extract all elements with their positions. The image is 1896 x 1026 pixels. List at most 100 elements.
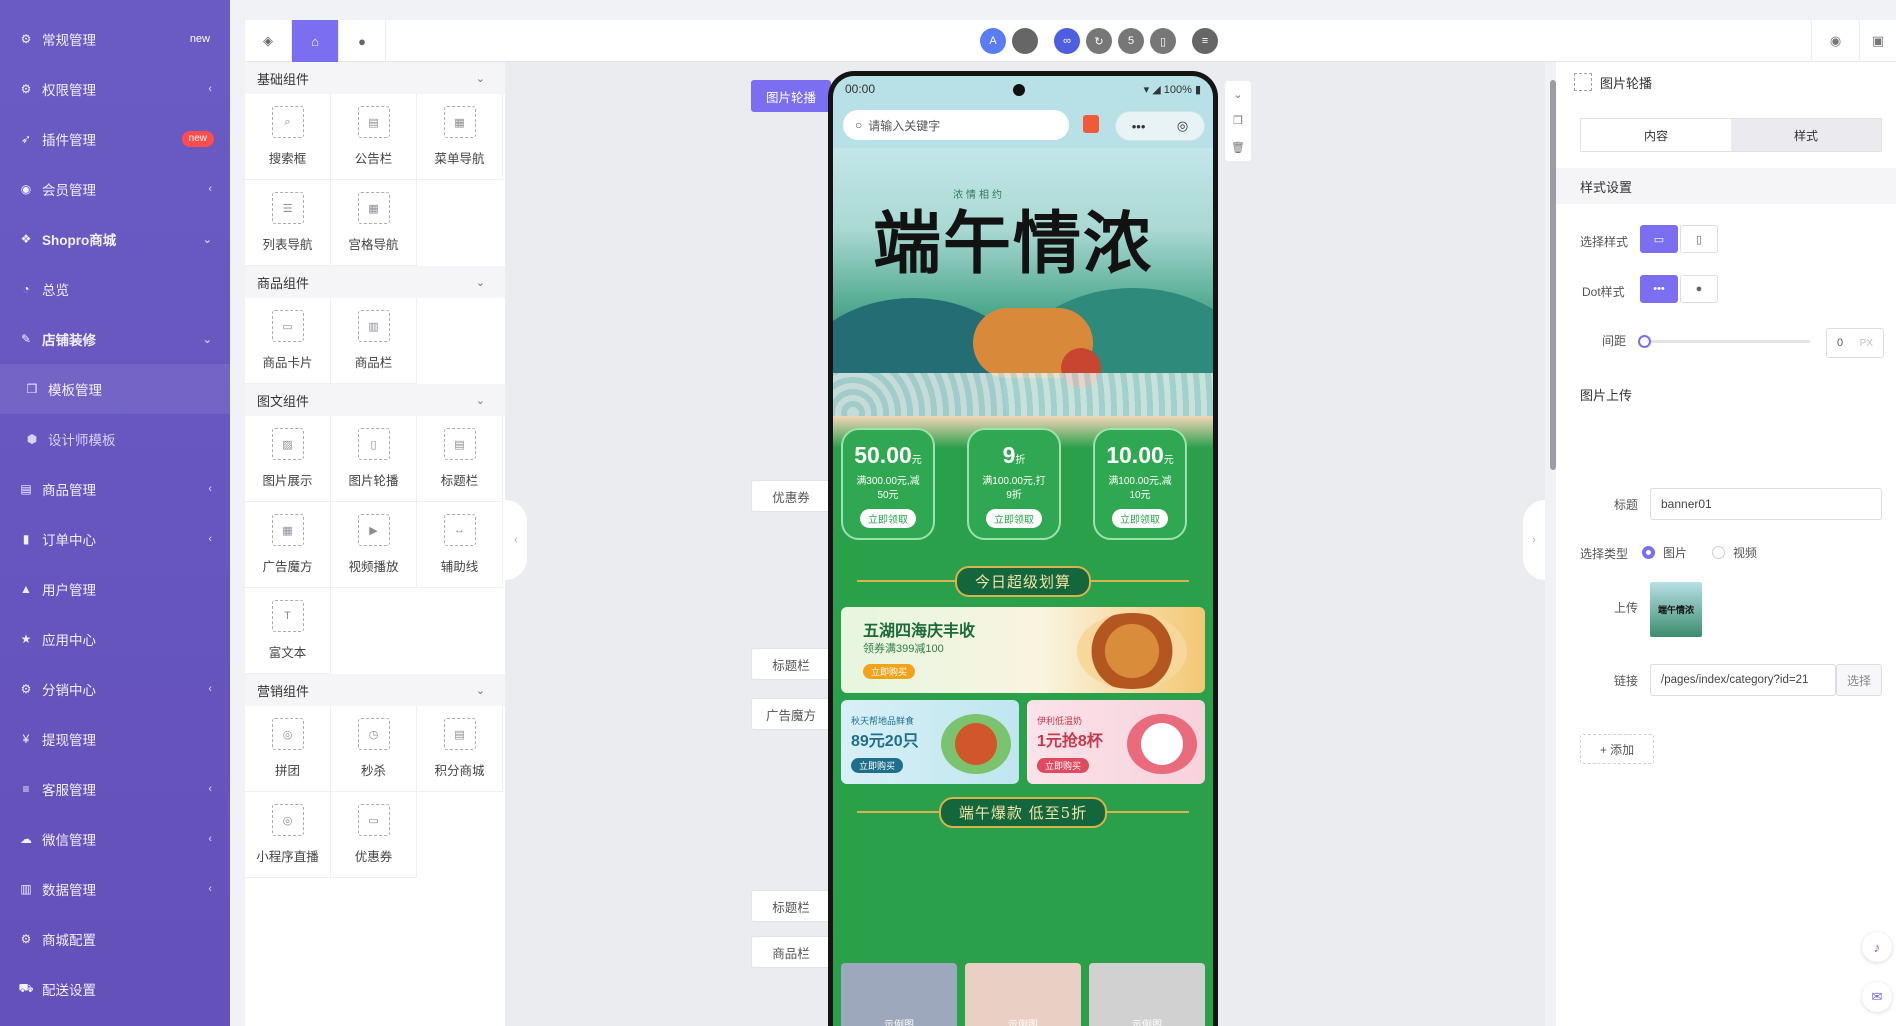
h5-platform-icon[interactable]: 5 <box>1118 28 1144 54</box>
collapse-left-handle[interactable]: ‹ <box>505 500 527 580</box>
tab-style[interactable]: 样式 <box>1731 119 1881 151</box>
component-item[interactable]: ◎ 拼团 <box>245 706 331 792</box>
sidebar-item-10[interactable]: ▮ 订单中心 ‹ <box>0 514 230 564</box>
chevron-down-icon[interactable]: ⌄ <box>1233 88 1242 101</box>
goods-card[interactable]: 示例图 <box>841 963 957 1026</box>
sidebar-item-19[interactable]: ⛟ 配送设置 <box>0 964 230 1014</box>
apple-platform-icon[interactable] <box>1012 28 1038 54</box>
coupon-card[interactable]: 10.00元 满100.00元,减 10元 立即领取 <box>1093 428 1187 540</box>
ad-banner-small-1[interactable]: 秋天帮地品鲜食 89元20只 立即购买 <box>841 700 1019 784</box>
canvas-tag-coupon[interactable]: 优惠券 <box>751 480 831 512</box>
tab-content[interactable]: 内容 <box>1581 119 1731 151</box>
component-item[interactable]: T 富文本 <box>245 588 331 674</box>
banner-carousel[interactable]: 浓情相约 端午情浓 <box>833 148 1213 416</box>
spacing-slider-track[interactable] <box>1640 340 1810 343</box>
type-image-radio[interactable]: 图片 <box>1642 544 1687 561</box>
android-platform-icon[interactable]: A <box>980 28 1006 54</box>
sidebar-item-8[interactable]: ⬢ 设计师模板 <box>0 414 230 464</box>
ad-banner-small-2[interactable]: 伊利低温奶 1元抢8杯 立即购买 <box>1027 700 1205 784</box>
component-item[interactable]: ▯ 图片轮播 <box>331 416 417 502</box>
canvas-tag-carousel[interactable]: 图片轮播 <box>751 80 831 112</box>
component-item[interactable]: ▦ 菜单导航 <box>417 94 503 180</box>
component-item[interactable]: ▦ 宫格导航 <box>331 180 417 266</box>
component-item[interactable]: ▥ 商品栏 <box>331 298 417 384</box>
component-item[interactable]: ▶ 视频播放 <box>331 502 417 588</box>
sidebar-item-13[interactable]: ⚙ 分销中心 ‹ <box>0 664 230 714</box>
coupon-card[interactable]: 50.00元 满300.00元,减 50元 立即领取 <box>841 428 935 540</box>
copy-icon[interactable]: ❐ <box>1233 114 1243 127</box>
sidebar-item-1[interactable]: ⚙ 权限管理 ‹ <box>0 64 230 114</box>
component-item[interactable]: ◷ 秒杀 <box>331 706 417 792</box>
component-item[interactable]: ↔ 辅助线 <box>417 502 503 588</box>
style-option-card[interactable]: ▯ <box>1680 225 1718 253</box>
component-item[interactable]: ▭ 优惠券 <box>331 792 417 878</box>
goods-card[interactable]: 示例图 <box>965 963 1081 1026</box>
canvas-tag-ad-cube[interactable]: 广告魔方 <box>751 698 831 730</box>
uploaded-image-thumbnail[interactable]: 端午情浓 <box>1650 582 1702 637</box>
component-category-header[interactable]: 图文组件 ⌄ <box>245 384 505 416</box>
preview-button[interactable]: ◉ <box>1811 20 1859 62</box>
component-item[interactable]: ▭ 商品卡片 <box>245 298 331 384</box>
sidebar-item-14[interactable]: ¥ 提现管理 <box>0 714 230 764</box>
spacing-slider-knob[interactable] <box>1638 335 1651 348</box>
type-video-radio[interactable]: 视频 <box>1712 544 1757 561</box>
dot-option-dots[interactable]: ••• <box>1640 275 1678 303</box>
notification-bell-icon[interactable]: ♪ <box>1862 932 1892 962</box>
sidebar-item-12[interactable]: ★ 应用中心 <box>0 614 230 664</box>
component-item[interactable]: ▤ 标题栏 <box>417 416 503 502</box>
component-item[interactable]: ⌕ 搜索框 <box>245 94 331 180</box>
component-item[interactable]: ◎ 小程序直播 <box>245 792 331 878</box>
claim-coupon-button[interactable]: 立即领取 <box>1112 509 1168 528</box>
sidebar-item-11[interactable]: ▲ 用户管理 <box>0 564 230 614</box>
component-item[interactable]: ▤ 公告栏 <box>331 94 417 180</box>
canvas-tag-title-2[interactable]: 标题栏 <box>751 890 831 922</box>
component-item[interactable]: ▨ 图片展示 <box>245 416 331 502</box>
component-item[interactable]: ☰ 列表导航 <box>245 180 331 266</box>
miniprogram-capsule[interactable]: ••• ◎ <box>1115 111 1205 141</box>
component-item[interactable]: ▤ 积分商城 <box>417 706 503 792</box>
app-platform-icon[interactable]: ▯ <box>1150 28 1176 54</box>
dot-option-number[interactable]: ● <box>1680 275 1718 303</box>
chat-icon[interactable]: ✉ <box>1862 982 1892 1012</box>
sidebar-item-9[interactable]: ▤ 商品管理 ‹ <box>0 464 230 514</box>
claim-coupon-button[interactable]: 立即领取 <box>986 509 1042 528</box>
spin-platform-icon[interactable]: ↻ <box>1086 28 1112 54</box>
sidebar-item-17[interactable]: ▥ 数据管理 ‹ <box>0 864 230 914</box>
menu-platform-icon[interactable]: ≡ <box>1192 28 1218 54</box>
sidebar-item-4[interactable]: ❖ Shopro商城 ⌄ <box>0 214 230 264</box>
miniprogram-platform-icon[interactable]: ∞ <box>1054 28 1080 54</box>
component-category-header[interactable]: 基础组件 ⌄ <box>245 62 505 94</box>
sidebar-item-6[interactable]: ✎ 店铺装修 ⌄ <box>0 314 230 364</box>
link-select-button[interactable]: 选择 <box>1836 664 1882 696</box>
style-option-full[interactable]: ▭ <box>1640 225 1678 253</box>
ad-banner-large[interactable]: 五湖四海庆丰收 领券满399减100 立即购买 <box>841 607 1205 693</box>
sidebar-item-3[interactable]: ◉ 会员管理 ‹ <box>0 164 230 214</box>
search-input[interactable]: ○ 请输入关键字 <box>843 110 1069 140</box>
sidebar-item-2[interactable]: ➶ 插件管理 new <box>0 114 230 164</box>
sidebar-item-16[interactable]: ☁ 微信管理 ‹ <box>0 814 230 864</box>
tab-user[interactable]: ● <box>339 20 386 62</box>
title-input[interactable]: banner01 <box>1650 488 1882 520</box>
calendar-icon[interactable] <box>1083 115 1099 133</box>
add-image-button[interactable]: + 添加 <box>1580 734 1654 764</box>
trash-icon[interactable]: 🗑 <box>1231 141 1245 154</box>
canvas-tag-title[interactable]: 标题栏 <box>751 648 831 680</box>
sidebar-item-5[interactable]: ◔ 总览 <box>0 264 230 314</box>
collapse-right-handle[interactable]: › <box>1523 500 1545 580</box>
save-button[interactable]: ▣ <box>1859 20 1896 62</box>
sidebar-item-0[interactable]: ⚙ 常规管理 new <box>0 14 230 64</box>
component-category-header[interactable]: 营销组件 ⌄ <box>245 674 505 706</box>
spacing-input[interactable]: 0 PX <box>1826 328 1884 358</box>
tab-home[interactable]: ⌂ <box>292 20 339 62</box>
tab-layers[interactable]: ◈ <box>245 20 292 62</box>
canvas-tag-goods[interactable]: 商品栏 <box>751 936 831 968</box>
goods-card[interactable]: 示例图 <box>1089 963 1205 1026</box>
sidebar-item-7[interactable]: ❒ 模板管理 <box>0 364 230 414</box>
coupon-card[interactable]: 9折 满100.00元,打 9折 立即领取 <box>967 428 1061 540</box>
component-item[interactable]: ▦ 广告魔方 <box>245 502 331 588</box>
claim-coupon-button[interactable]: 立即领取 <box>860 509 916 528</box>
sidebar-item-15[interactable]: ≡ 客服管理 ‹ <box>0 764 230 814</box>
link-input[interactable]: /pages/index/category?id=21 <box>1650 664 1836 696</box>
component-category-header[interactable]: 商品组件 ⌄ <box>245 266 505 298</box>
sidebar-item-18[interactable]: ⚙ 商城配置 <box>0 914 230 964</box>
